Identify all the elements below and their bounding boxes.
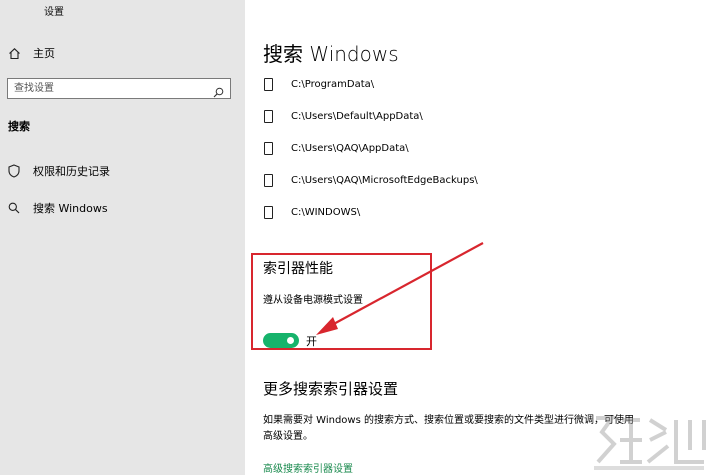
- folder-path: C:\WINDOWS\: [291, 206, 361, 218]
- search-icon: [8, 202, 20, 214]
- document-icon: [264, 205, 273, 219]
- indexer-performance-title: 索引器性能: [263, 261, 333, 277]
- sidebar-item-permissions-history[interactable]: 权限和历史记录: [8, 162, 110, 180]
- indexer-performance-toggle[interactable]: [263, 333, 299, 348]
- document-icon: [264, 141, 273, 155]
- excluded-folder-item[interactable]: C:\Users\QAQ\AppData\: [264, 140, 409, 156]
- document-icon: [264, 173, 273, 187]
- indexer-performance-description: 遵从设备电源模式设置: [263, 295, 363, 306]
- toggle-knob: [287, 337, 294, 344]
- settings-search-box[interactable]: [7, 78, 231, 99]
- folder-path: C:\ProgramData\: [291, 78, 375, 90]
- excluded-folder-item[interactable]: C:\ProgramData\: [264, 76, 374, 92]
- sidebar: 设置 主页 搜索 权限和历史记录: [0, 0, 245, 475]
- nav-home-label: 主页: [33, 47, 55, 60]
- document-icon: [264, 77, 273, 91]
- document-icon: [264, 109, 273, 123]
- more-settings-description: 如果需要对 Windows 的搜索方式、搜索位置或要搜索的文件类型进行微调，可使…: [263, 415, 634, 442]
- sidebar-item-label: 权限和历史记录: [33, 165, 110, 178]
- excluded-folder-item[interactable]: C:\Users\Default\AppData\: [264, 108, 423, 124]
- nav-home[interactable]: 主页: [8, 44, 55, 62]
- folder-path: C:\Users\QAQ\MicrosoftEdgeBackups\: [291, 174, 478, 186]
- shield-icon: [8, 164, 20, 178]
- folder-path: C:\Users\QAQ\AppData\: [291, 142, 409, 154]
- home-icon: [8, 47, 21, 60]
- settings-search-input[interactable]: [8, 79, 204, 98]
- watermark-logo-icon: [594, 416, 706, 470]
- sidebar-item-search-windows[interactable]: 搜索 Windows: [8, 199, 108, 217]
- excluded-folder-item[interactable]: C:\WINDOWS\: [264, 204, 360, 220]
- folder-path: C:\Users\Default\AppData\: [291, 110, 423, 122]
- sidebar-section-heading: 搜索: [8, 120, 30, 133]
- more-settings-title: 更多搜索索引器设置: [263, 380, 399, 398]
- app-title: 设置: [44, 7, 64, 18]
- search-icon[interactable]: [213, 83, 224, 102]
- toggle-state-label: 开: [306, 335, 317, 348]
- page-title: 搜索 Windows: [263, 42, 399, 66]
- excluded-folder-item[interactable]: C:\Users\QAQ\MicrosoftEdgeBackups\: [264, 172, 478, 188]
- advanced-indexer-settings-link[interactable]: 高级搜索索引器设置: [263, 460, 353, 475]
- sidebar-item-label: 搜索 Windows: [33, 202, 108, 215]
